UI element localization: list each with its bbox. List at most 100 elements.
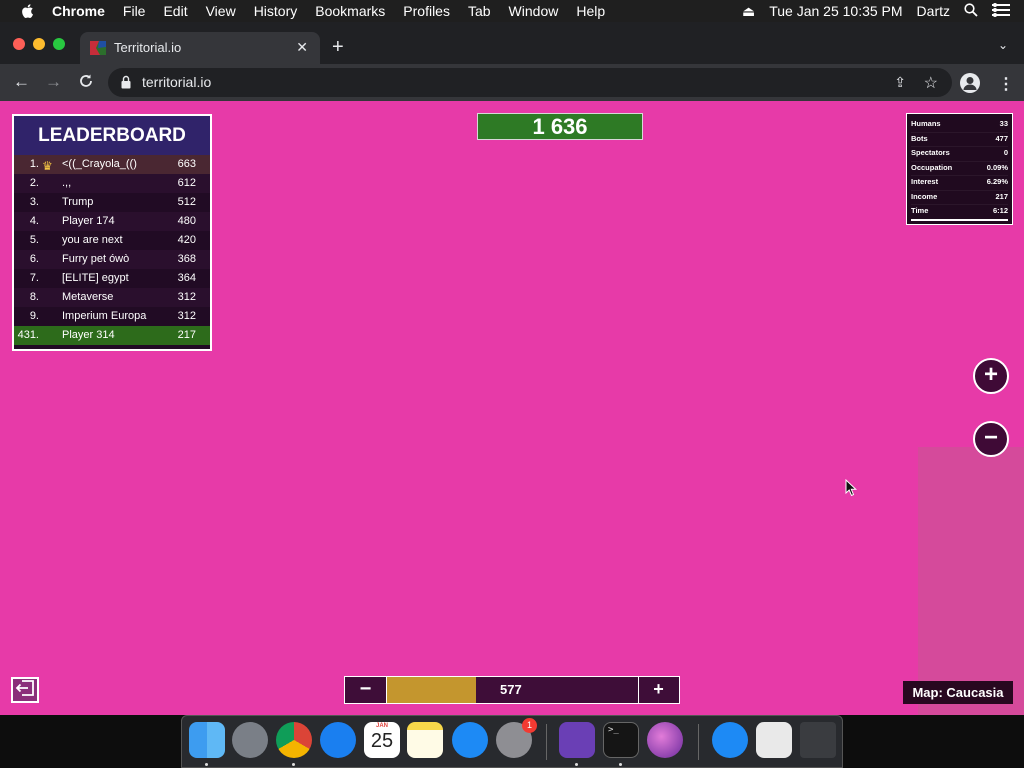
finder-running-dot: [205, 763, 208, 766]
game-canvas[interactable]: LEADERBOARD 1. ♛ <((_Crayola_(() 663 2..,, 61…: [0, 101, 1024, 715]
leaderboard-rank: 8.: [29, 291, 39, 303]
menu-window[interactable]: Window: [509, 3, 559, 19]
stat-value: 6.29%: [986, 177, 1008, 186]
profile-avatar-icon[interactable]: [960, 73, 980, 93]
terminal-prompt-glyph: >_: [608, 725, 619, 735]
menu-bar-status: ⏏ Tue Jan 25 10:35 PM Dartz: [742, 0, 1024, 22]
leaderboard-rank: 4.: [29, 215, 39, 227]
stat-value: 6:12: [992, 206, 1008, 215]
leaderboard-player-name: .,,: [62, 177, 72, 189]
installer-icon[interactable]: [647, 722, 683, 758]
forward-arrow-icon[interactable]: →: [45, 73, 62, 91]
apple-menu-icon[interactable]: [20, 3, 36, 19]
leaderboard-row: 5. you are next 420: [14, 231, 210, 250]
chrome-icon[interactable]: [276, 722, 312, 758]
troop-ratio-bar: − 577 +: [344, 676, 680, 704]
window-minimize-button[interactable]: [33, 38, 45, 50]
tab-close-icon[interactable]: ✕: [296, 39, 308, 56]
app-store-icon[interactable]: [452, 722, 488, 758]
spotlight-search-icon[interactable]: [964, 2, 978, 20]
leaderboard-rank: 5.: [29, 234, 39, 246]
trash-icon[interactable]: [800, 722, 836, 758]
menu-bookmarks[interactable]: Bookmarks: [315, 3, 385, 19]
menu-tab[interactable]: Tab: [468, 3, 491, 19]
territory-shade: [918, 447, 1024, 715]
stat-row-spectators: Spectators 0: [911, 147, 1008, 162]
stat-row-humans: Humans 33: [911, 118, 1008, 133]
terminal-icon[interactable]: >_: [603, 722, 639, 758]
map-name-label: Map: Caucasia: [903, 681, 1013, 704]
menu-profiles[interactable]: Profiles: [403, 3, 450, 19]
troop-value: 577: [476, 677, 639, 703]
app-store-downloads-icon[interactable]: [712, 722, 748, 758]
menu-app-name[interactable]: Chrome: [52, 3, 105, 19]
url-text: territorial.io: [142, 74, 212, 90]
macos-dock: JAN 25 1 >_: [181, 715, 843, 768]
territorial-favicon-icon: [90, 41, 106, 55]
macos-menu-bar: Chrome File Edit View History Bookmarks …: [0, 0, 1024, 22]
notification-badge: 1: [522, 718, 537, 733]
troop-ratio-fill[interactable]: [387, 677, 476, 703]
calendar-month: JAN: [375, 723, 388, 729]
stat-label: Time: [911, 206, 929, 215]
troop-increase-button[interactable]: +: [638, 677, 679, 703]
vs-running-dot: [575, 763, 578, 766]
address-bar[interactable]: territorial.io ⇪ ☆: [108, 68, 952, 97]
browser-tab-territorial[interactable]: Territorial.io ✕: [80, 32, 320, 64]
menu-help[interactable]: Help: [576, 3, 605, 19]
share-icon[interactable]: ⇪: [894, 74, 906, 91]
leaderboard-score: 217: [177, 329, 196, 341]
leaderboard-rank: 7.: [29, 272, 39, 284]
zoom-in-button[interactable]: +: [973, 358, 1009, 394]
menu-view[interactable]: View: [206, 3, 236, 19]
stat-row-bots: Bots 477: [911, 133, 1008, 147]
document-icon[interactable]: [756, 722, 792, 758]
calendar-icon[interactable]: JAN 25: [364, 722, 400, 758]
safari-icon[interactable]: [320, 722, 356, 758]
launchpad-icon[interactable]: [232, 722, 268, 758]
leaderboard-row: 3. Trump 512: [14, 193, 210, 212]
leaderboard-player-name: Player 314: [62, 329, 115, 341]
control-center-icon[interactable]: [992, 2, 1010, 20]
eject-icon[interactable]: ⏏: [742, 3, 755, 20]
window-fullscreen-button[interactable]: [53, 38, 65, 50]
tab-search-chevron-icon[interactable]: ⌄: [998, 38, 1008, 52]
new-tab-icon[interactable]: +: [332, 36, 344, 59]
window-close-button[interactable]: [13, 38, 25, 50]
notes-icon[interactable]: [407, 722, 443, 758]
menu-user[interactable]: Dartz: [917, 3, 950, 19]
menu-file[interactable]: File: [123, 3, 146, 19]
leaderboard-score: 663: [177, 158, 196, 170]
territory-counter: 1 636: [477, 113, 643, 140]
system-preferences-icon[interactable]: 1: [496, 718, 537, 758]
menu-history[interactable]: History: [254, 3, 298, 19]
bookmark-star-icon[interactable]: ☆: [924, 73, 938, 93]
stat-row-time: Time 6:12: [911, 205, 1008, 220]
finder-icon[interactable]: [189, 722, 225, 758]
menu-clock[interactable]: Tue Jan 25 10:35 PM: [769, 3, 902, 19]
stat-value: 217: [995, 191, 1008, 201]
back-arrow-icon[interactable]: ←: [13, 73, 30, 91]
leaderboard-rank: 6.: [29, 253, 39, 265]
tab-title: Territorial.io: [114, 40, 182, 55]
browser-menu-icon[interactable]: ⋮: [998, 74, 1014, 94]
leaderboard-score: 512: [177, 196, 196, 208]
reload-icon[interactable]: [78, 73, 94, 93]
lock-icon[interactable]: [121, 75, 131, 89]
leaderboard-rank: 9.: [29, 310, 39, 322]
visual-studio-icon[interactable]: [559, 722, 595, 758]
zoom-out-button[interactable]: −: [973, 421, 1009, 457]
leaderboard-rank: 3.: [29, 196, 39, 208]
leaderboard-row: 2..,, 612: [14, 174, 210, 193]
stat-label: Bots: [911, 133, 928, 143]
leaderboard-row: 4. Player 174 480: [14, 212, 210, 231]
leaderboard-rank: 2.: [29, 177, 39, 189]
calendar-day: 25: [370, 730, 394, 752]
leaderboard-panel: LEADERBOARD 1. ♛ <((_Crayola_(() 663 2..,, 61…: [12, 114, 212, 351]
browser-toolbar: ← → territorial.io ⇪ ☆: [0, 64, 1024, 101]
exit-game-button[interactable]: [11, 677, 39, 703]
troop-decrease-button[interactable]: −: [345, 677, 387, 703]
leaderboard-score: 312: [177, 291, 196, 303]
stat-label: Interest: [911, 177, 939, 186]
menu-edit[interactable]: Edit: [163, 3, 187, 19]
